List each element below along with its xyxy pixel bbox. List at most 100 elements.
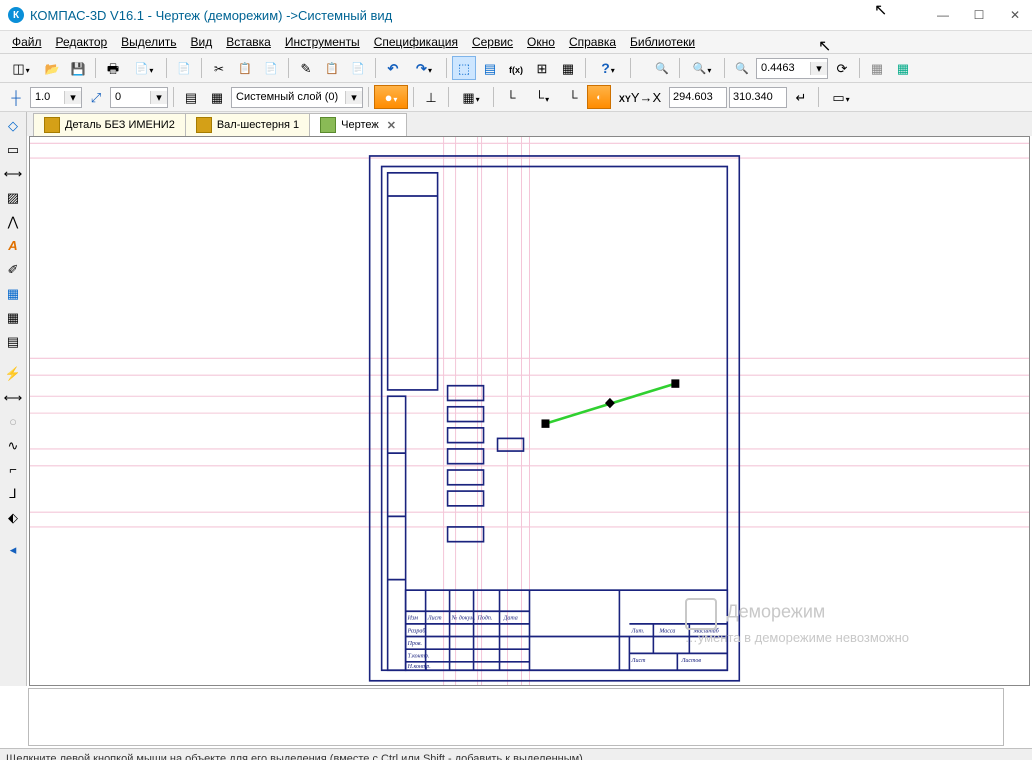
svg-text:Лист: Лист <box>630 658 646 664</box>
svg-text:Масса: Масса <box>658 628 675 634</box>
manager-button[interactable] <box>452 56 476 80</box>
svg-text:Подп.: Подп. <box>477 615 493 622</box>
menubar: Файл Редактор Выделить Вид Вставка Инстр… <box>0 31 1032 54</box>
menu-insert[interactable]: Вставка <box>220 33 277 51</box>
menu-select[interactable]: Выделить <box>115 33 182 51</box>
tree-button[interactable]: ▤ <box>478 56 502 80</box>
step-combo[interactable]: 0▾ <box>110 87 168 108</box>
save-button[interactable] <box>66 56 90 80</box>
new-button[interactable] <box>4 56 38 80</box>
ortho-button[interactable] <box>419 85 443 109</box>
toolbar-main: ▤ ⊞ ▦ 0.4463▾ ⟳ ▦ ▦ <box>0 54 1032 83</box>
select-tool[interactable]: ▭ <box>1 138 25 160</box>
tab-drawing[interactable]: Чертеж✕ <box>309 113 407 137</box>
sheet-tool[interactable]: ▤ <box>1 330 25 352</box>
layer-combo[interactable]: Системный слой (0)▾ <box>231 87 363 108</box>
grid-button[interactable] <box>454 85 488 109</box>
print-preview-button[interactable] <box>127 56 161 80</box>
library-button[interactable]: ⊞ <box>530 56 554 80</box>
help-button[interactable] <box>591 56 625 80</box>
curve-tool[interactable]: ∿ <box>1 434 25 456</box>
text-tool[interactable] <box>1 234 25 256</box>
step-button[interactable]: ⤢ <box>84 85 108 109</box>
cs-rotate-button[interactable]: └ <box>561 85 585 109</box>
menu-libs[interactable]: Библиотеки <box>624 33 701 51</box>
window-title: КОМПАС-3D V16.1 - Чертеж (деморежим) ->С… <box>30 8 392 23</box>
cut-button[interactable] <box>207 56 231 80</box>
geometry-tool[interactable] <box>1 114 25 136</box>
layer-state-button[interactable]: ▦ <box>205 85 229 109</box>
copy-props-button[interactable] <box>320 56 344 80</box>
tab-shaft[interactable]: Вал-шестерня 1 <box>185 113 310 136</box>
refresh-button[interactable]: ⟳ <box>830 56 854 80</box>
menu-edit[interactable]: Редактор <box>50 33 114 51</box>
undo-button[interactable] <box>381 56 405 80</box>
rotate-view-button[interactable]: ▦ <box>891 56 915 80</box>
preview-button[interactable] <box>172 56 196 80</box>
variables-button[interactable] <box>504 56 528 80</box>
local-cs-button[interactable]: └ <box>499 85 523 109</box>
paste-props-button[interactable] <box>346 56 370 80</box>
aux-tool[interactable]: ⌐ <box>1 458 25 480</box>
scale-combo[interactable]: 1.0▾ <box>30 87 82 108</box>
select-filter-button[interactable]: ▭ <box>824 85 858 109</box>
zoom-window-button[interactable] <box>685 56 719 80</box>
hatch-tool[interactable] <box>1 186 25 208</box>
pan-button[interactable]: ▦ <box>865 56 889 80</box>
svg-text:Листов: Листов <box>680 658 701 664</box>
menu-tools[interactable]: Инструменты <box>279 33 366 51</box>
drawing-canvas[interactable]: ИзмЛист№ докум.Подп.Дата Разраб. Пров. Т… <box>29 136 1030 686</box>
table-tool[interactable]: ▦ <box>1 282 25 304</box>
paste-button[interactable] <box>259 56 283 80</box>
dimensions-tool[interactable] <box>1 162 25 184</box>
menu-help[interactable]: Справка <box>563 33 622 51</box>
menu-spec[interactable]: Спецификация <box>368 33 464 51</box>
zoom-prev-button[interactable] <box>730 56 754 80</box>
round-button[interactable]: ◐ <box>587 85 611 109</box>
edit-tool[interactable] <box>1 258 25 280</box>
collapse-button[interactable]: ◂ <box>1 538 25 560</box>
zoom-value-combo[interactable]: 0.4463▾ <box>756 58 828 79</box>
coord-x-field[interactable]: 294.603 <box>669 87 727 108</box>
svg-text:Разраб.: Разраб. <box>407 627 427 634</box>
tab-detail[interactable]: Деталь БЕЗ ИМЕНИ2 <box>33 113 186 136</box>
spec-tool[interactable]: ⚡ <box>1 362 25 384</box>
xy-label: Y→X <box>613 85 667 109</box>
svg-text:Пров.: Пров. <box>407 641 422 647</box>
print-button[interactable] <box>101 56 125 80</box>
redo-button[interactable] <box>407 56 441 80</box>
calc-button[interactable]: ▦ <box>556 56 580 80</box>
property-panel[interactable] <box>28 688 1004 746</box>
snap-toggle-button[interactable]: ● <box>374 85 408 109</box>
copy-button[interactable] <box>233 56 257 80</box>
measure-tool[interactable]: ⟷ <box>1 386 25 408</box>
properties-button[interactable] <box>294 56 318 80</box>
maximize-button[interactable]: ☐ <box>970 8 988 22</box>
close-tab-icon[interactable]: ✕ <box>387 119 396 132</box>
menu-file[interactable]: Файл <box>6 33 48 51</box>
svg-text:Изм: Изм <box>407 616 418 622</box>
svg-text:Лит.: Лит. <box>630 628 644 634</box>
svg-text:Н.контр.: Н.контр. <box>407 664 431 670</box>
arc-tool[interactable]: ○ <box>1 410 25 432</box>
menu-service[interactable]: Сервис <box>466 33 519 51</box>
open-button[interactable] <box>40 56 64 80</box>
designations-tool[interactable]: ⋀ <box>1 210 25 232</box>
menu-view[interactable]: Вид <box>185 33 219 51</box>
doc-tabs: Деталь БЕЗ ИМЕНИ2 Вал-шестерня 1 Чертеж✕ <box>27 112 1032 136</box>
cs-origin-button[interactable]: └ <box>525 85 559 109</box>
statusbar: Щелкните левой кнопкой мыши на объекте д… <box>0 748 1032 760</box>
copy-tool[interactable]: ⅃ <box>1 482 25 504</box>
zoom-all-button[interactable] <box>650 56 674 80</box>
close-button[interactable]: ✕ <box>1006 8 1024 22</box>
views-tool[interactable]: ⬖ <box>1 506 25 528</box>
minimize-button[interactable]: — <box>934 8 952 22</box>
app-icon: К <box>8 7 24 23</box>
linetype-button[interactable]: ┼ <box>4 85 28 109</box>
layers-button[interactable]: ▤ <box>179 85 203 109</box>
coord-apply-button[interactable]: ↵ <box>789 85 813 109</box>
param-tool[interactable]: ▦ <box>1 306 25 328</box>
coord-y-field[interactable]: 310.340 <box>729 87 787 108</box>
svg-text:Дата: Дата <box>503 616 518 622</box>
menu-window[interactable]: Окно <box>521 33 561 51</box>
